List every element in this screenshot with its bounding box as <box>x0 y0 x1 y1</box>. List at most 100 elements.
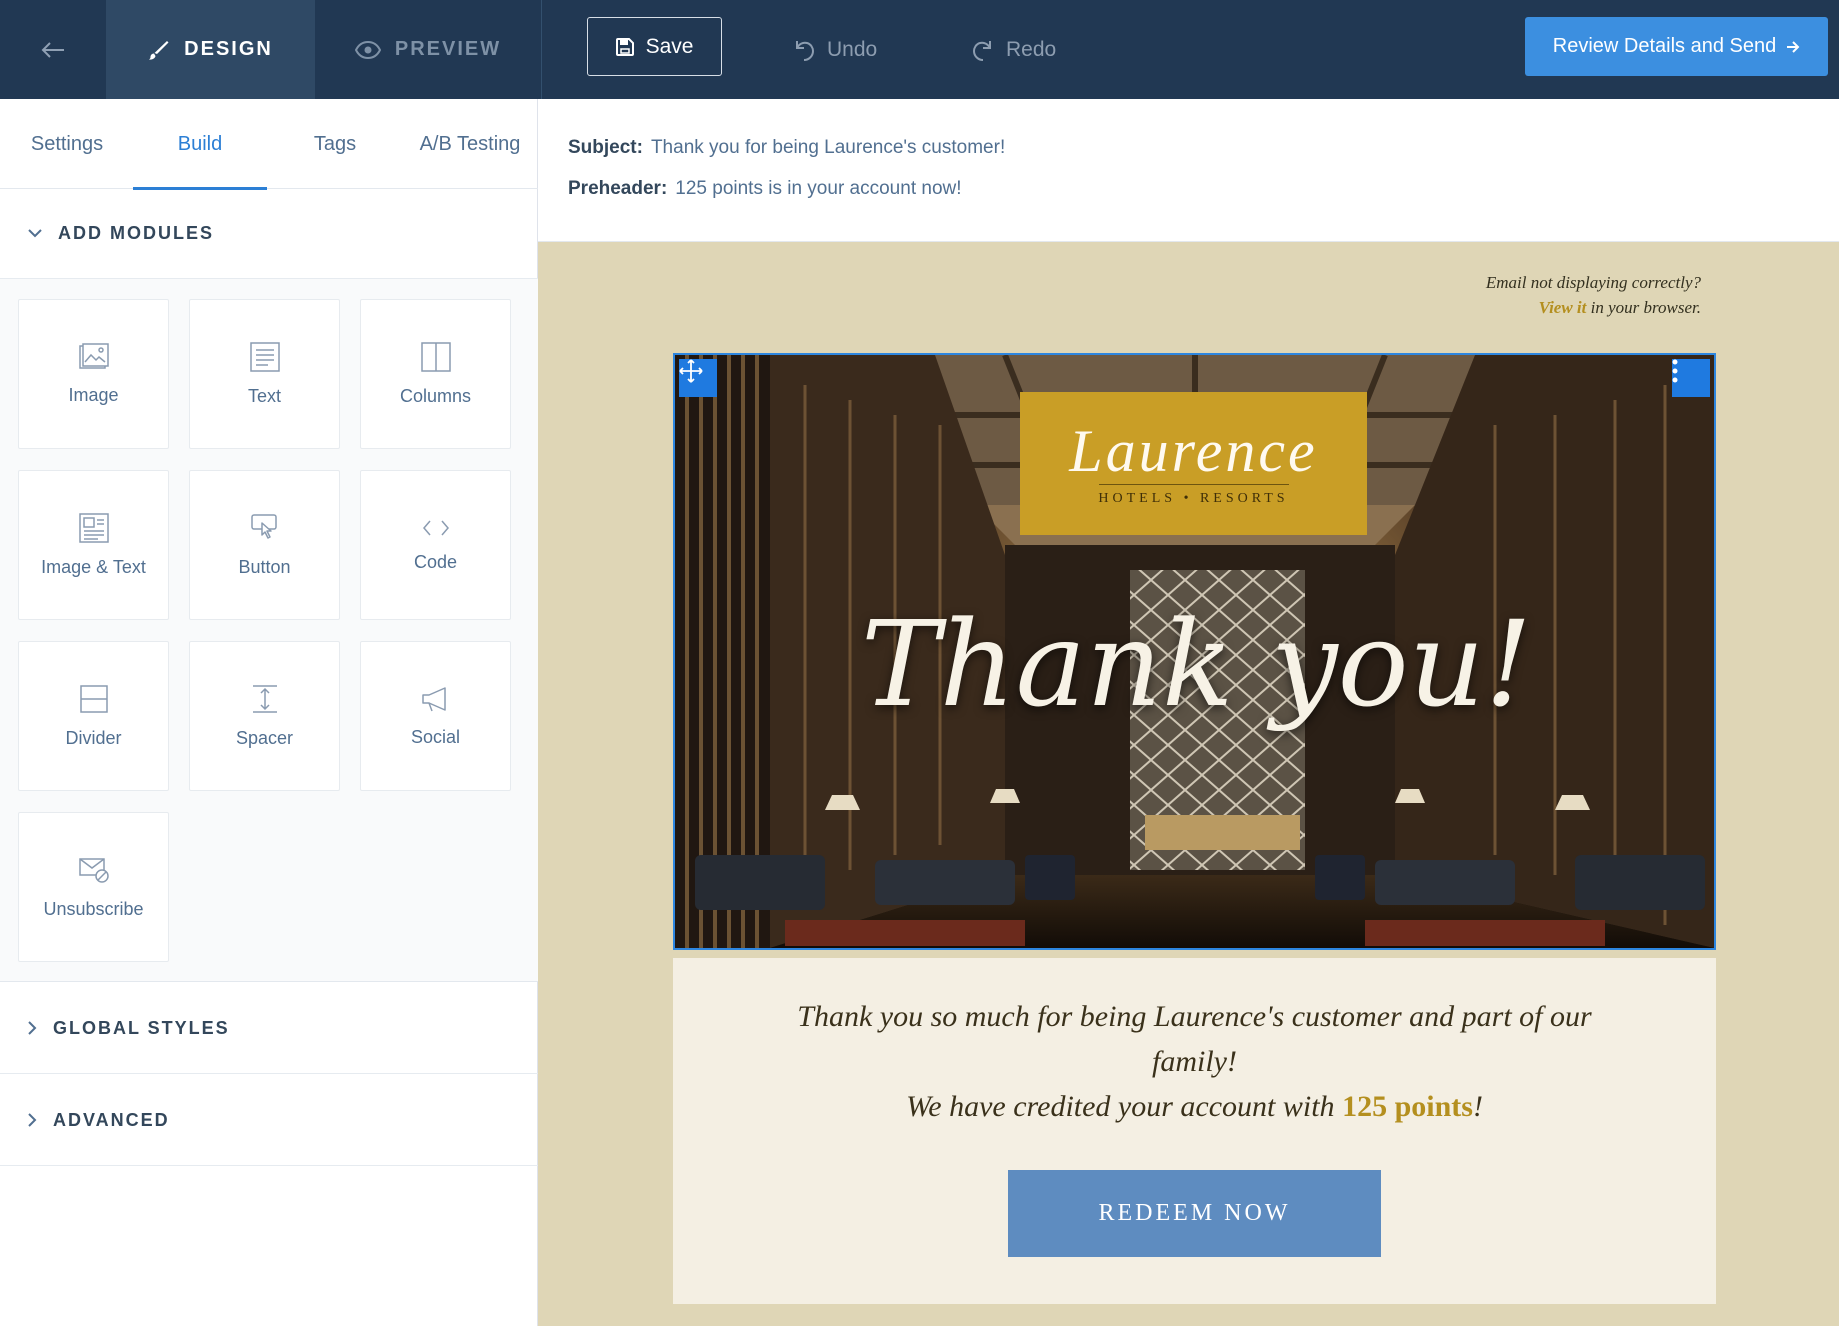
social-icon <box>421 686 446 711</box>
module-options-button[interactable] <box>1672 359 1710 397</box>
logo-divider <box>1098 484 1289 485</box>
unsubscribe-icon <box>78 857 109 883</box>
modules-grid: Image Text Columns Image & Text Button C… <box>0 279 538 982</box>
undo-label: Undo <box>827 37 878 61</box>
module-unsubscribe-label: Unsubscribe <box>43 898 144 919</box>
browser-view-note: Email not displaying correctly? View it … <box>1486 270 1701 320</box>
module-divider[interactable]: Divider <box>18 641 169 791</box>
advanced-title: ADVANCED <box>53 1109 170 1130</box>
tab-tags-label: Tags <box>313 132 357 155</box>
tab-settings-label: Settings <box>30 132 104 155</box>
module-text-label: Text <box>247 385 281 406</box>
move-module-handle[interactable] <box>679 359 717 397</box>
module-spacer[interactable]: Spacer <box>189 641 340 791</box>
code-icon <box>422 520 449 535</box>
module-image[interactable]: Image <box>18 299 169 449</box>
top-toolbar: DESIGN PREVIEW Save Undo Redo Review Det… <box>0 0 1839 99</box>
redeem-now-button[interactable]: REDEEM NOW <box>1008 1170 1381 1257</box>
module-social-label: Social <box>410 726 461 747</box>
redo-button[interactable]: Redo <box>970 0 1056 99</box>
review-label: Review Details and Send <box>1552 35 1777 57</box>
divider-icon <box>79 684 108 713</box>
global-styles-toggle[interactable]: GLOBAL STYLES <box>0 983 538 1074</box>
tab-settings[interactable]: Settings <box>0 99 134 189</box>
subject-line[interactable]: Subject: Thank you for being Laurence's c… <box>568 137 1005 159</box>
module-code[interactable]: Code <box>360 470 511 620</box>
tab-build[interactable]: Build <box>133 99 267 190</box>
left-sidebar: Settings Build Tags A/B Testing ADD MODU… <box>0 99 538 1326</box>
redo-icon <box>972 40 991 61</box>
preheader-label: Preheader: <box>568 178 668 199</box>
floppy-disk-icon <box>615 37 634 56</box>
subject-label: Subject: <box>568 137 643 158</box>
arrow-left-icon <box>41 41 64 58</box>
module-unsubscribe[interactable]: Unsubscribe <box>18 812 169 962</box>
review-and-send-button[interactable]: Review Details and Send <box>1525 17 1828 76</box>
spacer-icon <box>252 684 277 713</box>
module-image-text-label: Image & Text <box>41 556 146 577</box>
add-modules-toggle[interactable]: ADD MODULES <box>0 189 538 279</box>
brush-icon <box>149 40 169 60</box>
module-text[interactable]: Text <box>189 299 340 449</box>
browser-note-line2: View it in your browser. <box>1486 295 1701 320</box>
back-button[interactable] <box>0 0 106 99</box>
tab-ab-testing[interactable]: A/B Testing <box>403 99 537 189</box>
image-icon <box>78 342 109 369</box>
arrow-right-icon <box>1787 40 1800 53</box>
image-text-icon <box>78 512 109 543</box>
sidebar-tabs: Settings Build Tags A/B Testing <box>0 99 538 190</box>
text-icon <box>249 341 280 372</box>
body-line-2-suffix: ! <box>1472 1090 1483 1123</box>
module-columns[interactable]: Columns <box>360 299 511 449</box>
brand-logo: Laurence HOTELS • RESORTS <box>1020 392 1367 535</box>
module-image-label: Image <box>68 384 119 405</box>
add-modules-title: ADD MODULES <box>58 223 214 243</box>
module-divider-label: Divider <box>65 727 122 748</box>
tab-build-label: Build <box>177 132 223 155</box>
body-line-2-prefix: We have credited your account with <box>906 1090 1343 1123</box>
save-label: Save <box>645 34 694 58</box>
vertical-dots-icon <box>1672 359 1678 383</box>
email-meta-panel: Subject: Thank you for being Laurence's c… <box>538 99 1839 242</box>
undo-icon <box>796 40 815 61</box>
move-icon <box>679 359 703 383</box>
tab-preview[interactable]: PREVIEW <box>315 0 542 99</box>
preheader-line[interactable]: Preheader: 125 points is in your account … <box>568 178 962 200</box>
email-canvas: Email not displaying correctly? View it … <box>538 242 1839 1326</box>
module-button-label: Button <box>238 556 291 577</box>
tab-design[interactable]: DESIGN <box>106 0 315 99</box>
module-social[interactable]: Social <box>360 641 511 791</box>
hero-headline: Thank you! <box>860 595 1533 733</box>
tab-preview-label: PREVIEW <box>394 38 502 60</box>
browser-note-rest: in your browser. <box>1586 298 1701 317</box>
brand-name: Laurence <box>1069 418 1318 484</box>
hero-image-module[interactable]: Laurence HOTELS • RESORTS Thank you! <box>673 353 1716 950</box>
subject-value: Thank you for being Laurence's customer! <box>650 137 1006 158</box>
module-button[interactable]: Button <box>189 470 340 620</box>
brand-tagline: HOTELS • RESORTS <box>1098 491 1289 506</box>
body-text: Thank you so much for being Laurence's c… <box>763 994 1626 1129</box>
body-line-2: We have credited your account with 125 p… <box>763 1084 1626 1129</box>
tab-ab-testing-label: A/B Testing <box>419 132 521 155</box>
global-styles-title: GLOBAL STYLES <box>53 1017 230 1038</box>
module-spacer-label: Spacer <box>235 727 294 748</box>
eye-icon <box>354 40 381 59</box>
view-in-browser-link[interactable]: View it <box>1539 298 1587 317</box>
module-image-text[interactable]: Image & Text <box>18 470 169 620</box>
advanced-toggle[interactable]: ADVANCED <box>0 1075 538 1166</box>
module-columns-label: Columns <box>399 385 472 406</box>
tab-design-label: DESIGN <box>184 38 273 60</box>
columns-icon <box>420 341 451 372</box>
chevron-right-icon <box>28 1021 37 1035</box>
points-amount: 125 points <box>1342 1090 1473 1123</box>
browser-note-line1: Email not displaying correctly? <box>1485 273 1701 292</box>
chevron-down-icon <box>28 229 42 238</box>
save-button[interactable]: Save <box>587 17 722 76</box>
tab-tags[interactable]: Tags <box>268 99 402 189</box>
chevron-right-icon <box>28 1113 37 1127</box>
body-line-1: Thank you so much for being Laurence's c… <box>797 1000 1592 1078</box>
button-icon <box>250 513 277 539</box>
undo-button[interactable]: Undo <box>791 0 877 99</box>
text-module[interactable]: Thank you so much for being Laurence's c… <box>673 958 1716 1304</box>
module-code-label: Code <box>413 551 458 572</box>
